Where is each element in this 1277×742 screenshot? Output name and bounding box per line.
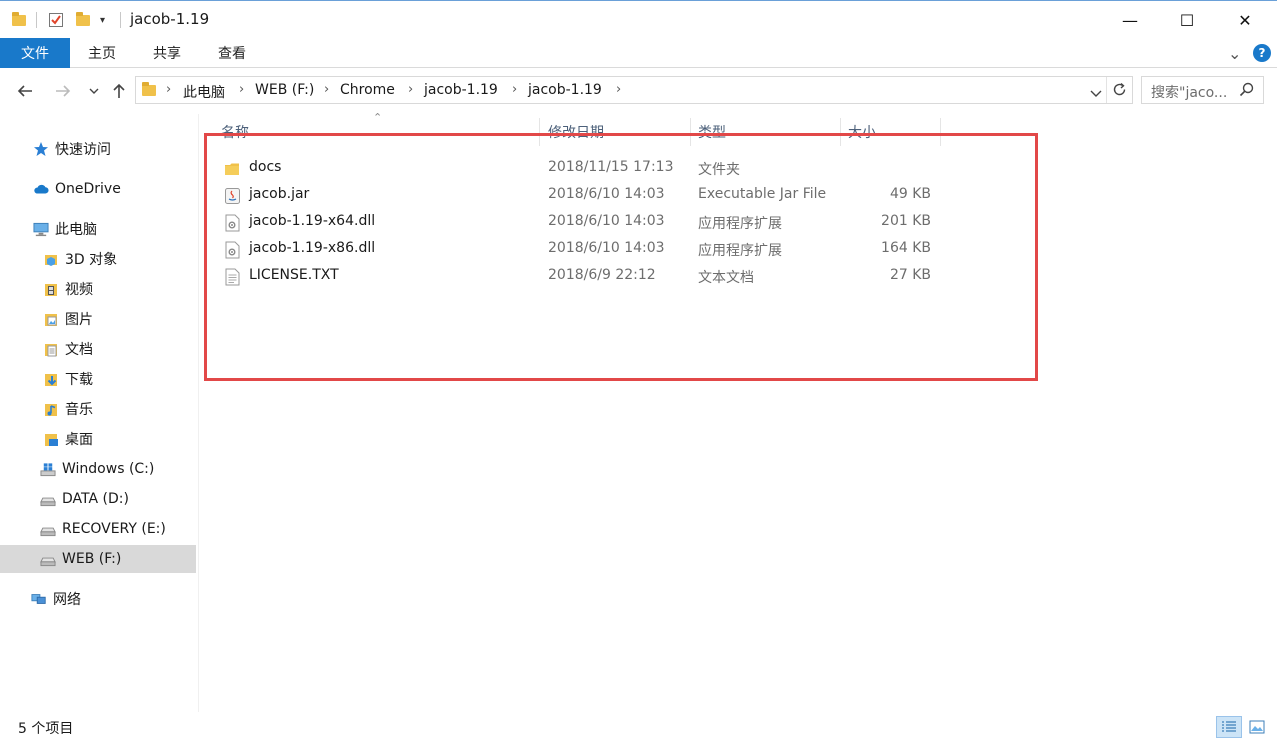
- window-title: jacob-1.19: [130, 10, 210, 28]
- refresh-icon[interactable]: [1112, 82, 1127, 101]
- sidebar-item-this-pc[interactable]: 此电脑: [0, 215, 196, 243]
- sidebar-item-pictures[interactable]: 图片: [0, 305, 196, 333]
- computer-icon: [33, 221, 49, 237]
- chevron-right-icon: ›: [166, 82, 172, 97]
- tab-home[interactable]: 主页: [88, 38, 116, 68]
- large-icons-view-button[interactable]: [1244, 716, 1270, 738]
- chevron-right-icon: ›: [324, 82, 330, 97]
- sidebar-item-onedrive[interactable]: OneDrive: [0, 175, 196, 203]
- sidebar-item-downloads[interactable]: 下载: [0, 365, 196, 393]
- sidebar-item-desktop[interactable]: 桌面: [0, 425, 196, 453]
- sidebar-item-videos[interactable]: 视频: [0, 275, 196, 303]
- new-folder-icon[interactable]: [76, 11, 90, 29]
- breadcrumb-jacob-parent[interactable]: jacob-1.19: [424, 82, 498, 98]
- divider: [36, 12, 37, 28]
- folder-icon: [12, 11, 26, 29]
- customize-toolbar-icon[interactable]: ▾: [100, 11, 105, 29]
- sidebar-item-quick-access[interactable]: 快速访问: [0, 135, 196, 163]
- desktop-folder-icon: [43, 431, 59, 447]
- sidebar-item-documents[interactable]: 文档: [0, 335, 196, 363]
- breadcrumb-jacob-current[interactable]: jacob-1.19: [528, 82, 602, 98]
- help-icon[interactable]: ?: [1253, 44, 1271, 62]
- sidebar-item-label: 文档: [65, 342, 93, 358]
- sidebar-item-drive-c[interactable]: Windows (C:): [0, 455, 196, 483]
- search-icon[interactable]: [1239, 82, 1254, 101]
- address-history-dropdown-icon[interactable]: [1090, 86, 1102, 102]
- 3d-objects-icon: [43, 251, 59, 267]
- expand-ribbon-icon[interactable]: ⌄: [1228, 38, 1241, 68]
- sidebar-item-label: OneDrive: [55, 181, 121, 197]
- breadcrumb-this-pc[interactable]: 此电脑: [183, 82, 225, 102]
- sidebar-item-3d-objects[interactable]: 3D 对象: [0, 245, 196, 273]
- downloads-folder-icon: [43, 371, 59, 387]
- sidebar-item-label: 此电脑: [55, 222, 97, 238]
- sidebar-item-music[interactable]: 音乐: [0, 395, 196, 423]
- sidebar-item-label: WEB (F:): [62, 551, 122, 567]
- breadcrumb-web-drive[interactable]: WEB (F:): [255, 82, 314, 98]
- pictures-folder-icon: [43, 311, 59, 327]
- sort-ascending-icon: ⌃: [373, 111, 383, 124]
- folder-icon: [142, 82, 156, 96]
- sidebar-item-label: 视频: [65, 282, 93, 298]
- chevron-right-icon: ›: [239, 82, 245, 97]
- back-button[interactable]: [14, 80, 36, 102]
- chevron-right-icon: ›: [616, 82, 622, 97]
- chevron-right-icon: ›: [408, 82, 414, 97]
- sidebar-item-drive-f[interactable]: WEB (F:): [0, 545, 196, 573]
- forward-button[interactable]: [52, 80, 74, 102]
- drive-icon: [40, 491, 56, 507]
- highlight-annotation-box: [204, 133, 1038, 381]
- drive-icon: [40, 521, 56, 537]
- sidebar-item-label: 桌面: [65, 432, 93, 448]
- navigation-pane: 快速访问 OneDrive 此电脑 3D 对象 视频 图片 文档 下载 音乐 桌: [0, 114, 199, 712]
- sidebar-item-label: 下载: [65, 372, 93, 388]
- windows-drive-icon: [40, 461, 56, 477]
- music-folder-icon: [43, 401, 59, 417]
- sidebar-item-label: RECOVERY (E:): [62, 521, 166, 537]
- sidebar-item-label: DATA (D:): [62, 491, 129, 507]
- network-icon: [31, 591, 47, 607]
- cloud-icon: [33, 181, 49, 197]
- status-bar: 5 个项目: [0, 712, 1277, 742]
- chevron-right-icon: ›: [512, 82, 518, 97]
- properties-icon[interactable]: [48, 11, 64, 29]
- sidebar-item-label: 音乐: [65, 402, 93, 418]
- divider: [120, 12, 121, 28]
- details-view-button[interactable]: [1216, 716, 1242, 738]
- divider: [1106, 77, 1107, 103]
- drive-icon: [40, 551, 56, 567]
- sidebar-item-drive-e[interactable]: RECOVERY (E:): [0, 515, 196, 543]
- up-button[interactable]: [108, 80, 130, 102]
- item-count: 5 个项目: [18, 721, 74, 737]
- documents-folder-icon: [43, 341, 59, 357]
- close-button[interactable]: ✕: [1222, 1, 1268, 39]
- search-box[interactable]: 搜索"jaco...: [1141, 76, 1264, 104]
- star-icon: [33, 141, 49, 157]
- sidebar-item-label: 网络: [53, 592, 81, 608]
- title-bar: ▾ jacob-1.19 — ☐ ✕: [0, 0, 1277, 38]
- sidebar-item-label: Windows (C:): [62, 461, 155, 477]
- video-folder-icon: [43, 281, 59, 297]
- breadcrumb-chrome[interactable]: Chrome: [340, 82, 395, 98]
- recent-locations-icon[interactable]: [83, 80, 105, 102]
- navigation-bar: › 此电脑 › WEB (F:) › Chrome › jacob-1.19 ›…: [0, 68, 1277, 114]
- maximize-button[interactable]: ☐: [1164, 1, 1210, 39]
- sidebar-item-drive-d[interactable]: DATA (D:): [0, 485, 196, 513]
- sidebar-item-network[interactable]: 网络: [0, 585, 196, 613]
- search-input[interactable]: 搜索"jaco...: [1151, 82, 1227, 102]
- sidebar-item-label: 快速访问: [55, 142, 111, 158]
- sidebar-item-label: 图片: [65, 312, 93, 328]
- sidebar-item-label: 3D 对象: [65, 252, 118, 268]
- tab-share[interactable]: 共享: [153, 38, 181, 68]
- tab-file[interactable]: 文件: [0, 38, 70, 68]
- address-bar[interactable]: › 此电脑 › WEB (F:) › Chrome › jacob-1.19 ›…: [135, 76, 1133, 104]
- ribbon: 文件 主页 共享 查看 ⌄ ?: [0, 38, 1277, 68]
- minimize-button[interactable]: —: [1107, 1, 1153, 39]
- tab-view[interactable]: 查看: [218, 38, 246, 68]
